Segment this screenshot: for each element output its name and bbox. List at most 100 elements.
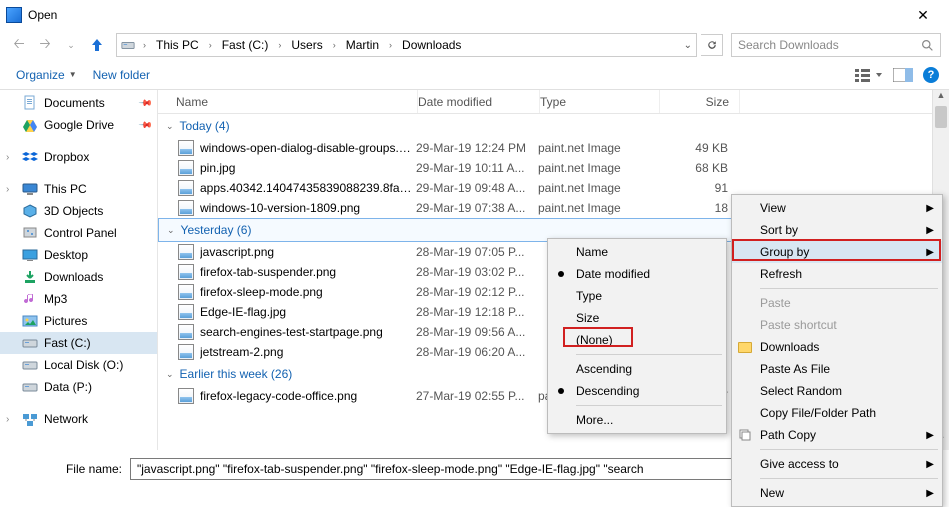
- sidebar-item-documents[interactable]: Documents📌: [0, 92, 157, 114]
- menu-item-label: Size: [576, 311, 599, 325]
- file-type: paint.net Image: [538, 161, 658, 175]
- menu-item-copy-file-folder-path[interactable]: Copy File/Folder Path: [732, 402, 942, 424]
- chevron-down-icon[interactable]: ⌄: [684, 40, 692, 51]
- chevron-right-icon[interactable]: ›: [6, 184, 16, 195]
- col-size[interactable]: Size: [660, 90, 740, 113]
- cpl-icon: [22, 225, 38, 241]
- menu-item-select-random[interactable]: Select Random: [732, 380, 942, 402]
- sidebar-item-dropbox[interactable]: ›Dropbox: [0, 146, 157, 168]
- close-button[interactable]: ✕: [903, 7, 943, 24]
- breadcrumb-seg[interactable]: Fast (C:): [220, 38, 271, 52]
- menu-item-give-access-to[interactable]: Give access to▶: [732, 453, 942, 475]
- menu-item-group-by[interactable]: Group by▶: [732, 241, 942, 263]
- menu-item-descending[interactable]: Descending: [548, 380, 726, 402]
- scroll-up-icon[interactable]: ▲: [933, 90, 949, 106]
- file-row[interactable]: windows-open-dialog-disable-groups.png29…: [158, 138, 949, 158]
- menu-item-label: New: [760, 486, 784, 500]
- menu-item-size[interactable]: Size: [548, 307, 726, 329]
- chevron-right-icon: ▶: [926, 225, 934, 236]
- breadcrumb-seg[interactable]: Downloads: [400, 38, 463, 52]
- menu-item-label: Downloads: [760, 340, 819, 354]
- menu-item-type[interactable]: Type: [548, 285, 726, 307]
- chevron-down-icon[interactable]: ⌄: [166, 121, 174, 132]
- drive-icon: [22, 357, 38, 373]
- breadcrumb-seg[interactable]: This PC: [154, 38, 201, 52]
- new-folder-button[interactable]: New folder: [87, 64, 156, 86]
- chevron-right-icon: ›: [205, 40, 216, 50]
- sidebar-item-google-drive[interactable]: Google Drive📌: [0, 114, 157, 136]
- preview-pane-button[interactable]: [893, 68, 913, 82]
- menu-item-label: Give access to: [760, 457, 839, 471]
- file-date: 28-Mar-19 03:02 P...: [416, 265, 538, 279]
- menu-item-paste-as-file[interactable]: Paste As File: [732, 358, 942, 380]
- sidebar-item-desktop[interactable]: Desktop: [0, 244, 157, 266]
- file-name: search-engines-test-startpage.png: [200, 325, 416, 339]
- recent-dropdown[interactable]: ⌄: [60, 34, 82, 56]
- sidebar-item-local-disk-o-[interactable]: Local Disk (O:): [0, 354, 157, 376]
- menu-item-more-[interactable]: More...: [548, 409, 726, 431]
- sidebar: Documents📌Google Drive📌 ›Dropbox ›This PC3…: [0, 90, 158, 450]
- menu-item--none-[interactable]: (None): [548, 329, 726, 351]
- group-label: Yesterday (6): [181, 223, 252, 237]
- menu-item-date-modified[interactable]: Date modified: [548, 263, 726, 285]
- folder-icon: [738, 342, 752, 353]
- sidebar-item-label: Desktop: [44, 248, 88, 262]
- menu-item-refresh[interactable]: Refresh: [732, 263, 942, 285]
- organize-button[interactable]: Organize▼: [10, 64, 83, 86]
- sidebar-item-label: Pictures: [44, 314, 87, 328]
- file-name: firefox-sleep-mode.png: [200, 285, 416, 299]
- col-name[interactable]: Name: [158, 90, 418, 113]
- chevron-right-icon[interactable]: ›: [6, 414, 16, 425]
- sidebar-item-control-panel[interactable]: Control Panel: [0, 222, 157, 244]
- scroll-thumb[interactable]: [935, 106, 947, 128]
- menu-item-sort-by[interactable]: Sort by ▶: [732, 219, 942, 241]
- sidebar-item-data-p-[interactable]: Data (P:): [0, 376, 157, 398]
- sidebar-item-mp3[interactable]: Mp3: [0, 288, 157, 310]
- menu-item-view[interactable]: View▶: [732, 197, 942, 219]
- sidebar-item-downloads[interactable]: Downloads: [0, 266, 157, 288]
- file-name: pin.jpg: [200, 161, 416, 175]
- sidebar-item-label: Data (P:): [44, 380, 92, 394]
- col-date[interactable]: Date modified: [418, 90, 540, 113]
- group-header[interactable]: ⌄Today (4): [158, 114, 949, 138]
- pc-icon: [22, 181, 38, 197]
- address-bar[interactable]: › This PC › Fast (C:) › Users › Martin ›…: [116, 33, 697, 57]
- image-file-icon: [178, 264, 194, 280]
- menu-item-label: Paste: [760, 296, 791, 310]
- refresh-button[interactable]: [701, 34, 723, 56]
- chevron-down-icon[interactable]: ⌄: [167, 225, 175, 236]
- sidebar-item-fast-c-[interactable]: Fast (C:): [0, 332, 157, 354]
- view-options-button[interactable]: [855, 67, 883, 83]
- sidebar-item-pictures[interactable]: Pictures: [0, 310, 157, 332]
- chevron-right-icon: ›: [329, 40, 340, 50]
- menu-item-path-copy[interactable]: Path Copy▶: [732, 424, 942, 446]
- sidebar-item-network[interactable]: ›Network: [0, 408, 157, 430]
- file-date: 29-Mar-19 10:11 A...: [416, 161, 538, 175]
- help-button[interactable]: ?: [923, 67, 939, 83]
- desktop-icon: [22, 247, 38, 263]
- col-type[interactable]: Type: [540, 90, 660, 113]
- menu-item-ascending[interactable]: Ascending: [548, 358, 726, 380]
- menu-item-label: Sort by: [760, 223, 798, 237]
- network-icon: [22, 411, 38, 427]
- file-row[interactable]: pin.jpg29-Mar-19 10:11 A...paint.net Ima…: [158, 158, 949, 178]
- sidebar-item-this-pc[interactable]: ›This PC: [0, 178, 157, 200]
- back-button[interactable]: 🡠: [8, 34, 30, 56]
- up-button[interactable]: [86, 34, 108, 56]
- menu-item-downloads[interactable]: Downloads: [732, 336, 942, 358]
- bullet-icon: [558, 388, 564, 394]
- menu-item-label: Paste shortcut: [760, 318, 837, 332]
- chevron-right-icon[interactable]: ›: [6, 152, 16, 163]
- forward-button[interactable]: 🡢: [34, 34, 56, 56]
- breadcrumb-seg[interactable]: Users: [289, 38, 324, 52]
- image-file-icon: [178, 324, 194, 340]
- menu-item-new[interactable]: New▶: [732, 482, 942, 504]
- chevron-down-icon[interactable]: ⌄: [166, 369, 174, 380]
- drive-icon: [121, 38, 135, 52]
- file-name: apps.40342.14047435839088239.8faa635f-..…: [200, 181, 416, 195]
- search-input[interactable]: Search Downloads: [731, 33, 941, 57]
- menu-item-name[interactable]: Name: [548, 241, 726, 263]
- sidebar-item-3d-objects[interactable]: 3D Objects: [0, 200, 157, 222]
- breadcrumb-seg[interactable]: Martin: [344, 38, 381, 52]
- file-type: paint.net Image: [538, 201, 658, 215]
